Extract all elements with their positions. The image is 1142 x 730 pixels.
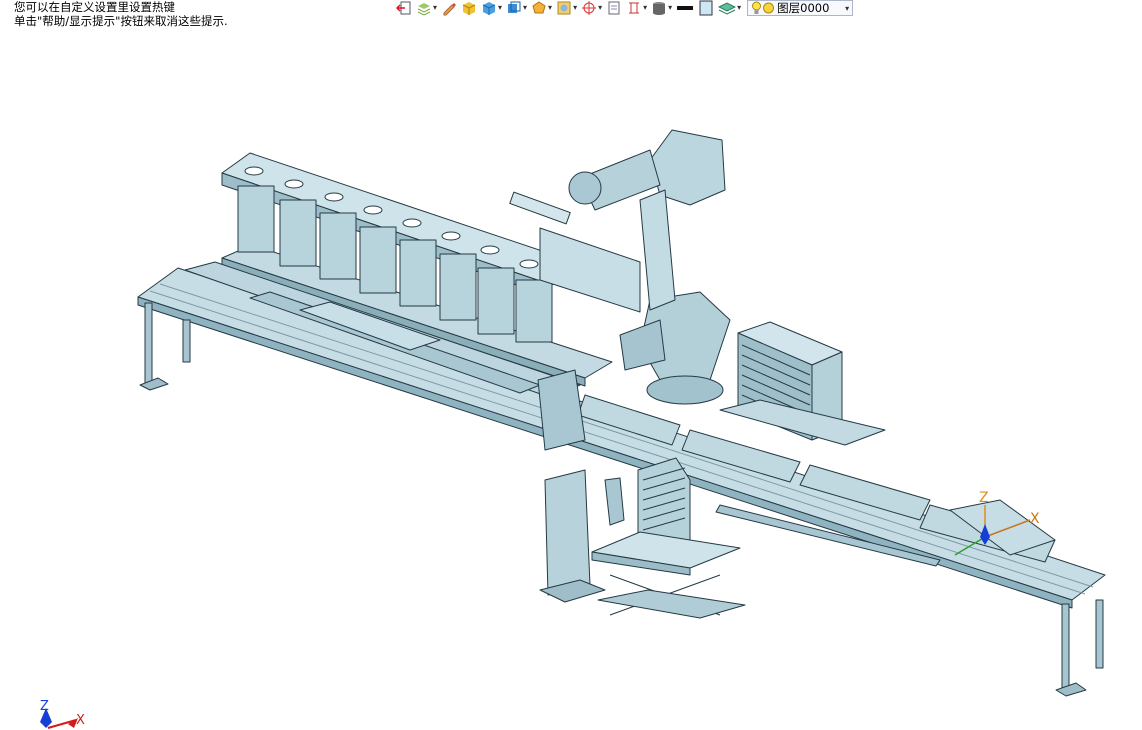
view-cube-icon — [508, 1, 521, 13]
snap-target-icon — [582, 1, 597, 15]
layers-icon — [417, 3, 431, 16]
layer-stack-icon — [718, 2, 737, 15]
layer-stack-button[interactable]: ▾ — [718, 0, 741, 16]
axis-z-label: Z — [40, 699, 49, 714]
solid-box-icon — [462, 2, 476, 15]
cylinder-icon — [653, 2, 666, 15]
layer-sun-icon — [763, 2, 775, 14]
lightbulb-icon — [752, 1, 762, 14]
snap-target-button[interactable]: ▾ — [581, 0, 602, 16]
frame-button[interactable]: ▾ — [626, 0, 647, 16]
model-viewport[interactable]: Z X — [0, 20, 1142, 730]
layers-button[interactable]: ▾ — [416, 0, 437, 16]
exit-sketch-button[interactable] — [396, 0, 412, 16]
view-orientation-triad: Z X — [40, 699, 85, 729]
line-color-button[interactable] — [676, 0, 694, 16]
layers-dropdown-icon: ▾ — [433, 3, 438, 12]
model-axis-x-label: X — [1030, 511, 1040, 527]
fill-color-button[interactable] — [698, 0, 714, 16]
line-color-icon — [677, 6, 694, 10]
cylinder-button[interactable]: ▾ — [651, 0, 672, 16]
layer-select[interactable]: 图层0000 ▾ — [747, 0, 854, 16]
layer-stack-dropdown-icon: ▾ — [737, 3, 742, 12]
render-mode-button[interactable]: ▾ — [531, 0, 552, 16]
material-icon — [557, 1, 571, 15]
solid-box-button[interactable] — [461, 0, 477, 16]
material-button[interactable]: ▾ — [556, 0, 577, 16]
cylinder-dropdown-icon: ▾ — [668, 3, 673, 12]
render-mode-dropdown-icon: ▾ — [548, 3, 553, 12]
axis-x-label: X — [76, 713, 85, 728]
long-conveyor — [137, 267, 1106, 697]
model-axis-z-label: Z — [979, 490, 989, 506]
fill-color-icon — [699, 0, 713, 16]
snap-dropdown-icon: ▾ — [598, 3, 603, 12]
chevron-down-icon: ▾ — [845, 3, 850, 13]
sheet-button[interactable] — [606, 0, 622, 16]
pencil-icon — [443, 3, 457, 16]
cube-icon — [482, 2, 496, 15]
pencil-button[interactable] — [441, 0, 457, 16]
material-dropdown-icon: ▾ — [573, 3, 578, 12]
cube-button[interactable]: ▾ — [481, 0, 502, 16]
shelf-rack-right — [719, 321, 886, 446]
view-cube-button[interactable]: ▾ — [506, 0, 527, 16]
sheet-icon — [608, 1, 620, 15]
render-mode-icon — [532, 1, 546, 14]
view-cube-dropdown-icon: ▾ — [523, 3, 528, 12]
frame-icon — [629, 2, 640, 14]
cube-dropdown-icon: ▾ — [498, 3, 503, 12]
exit-sketch-icon — [396, 1, 411, 15]
cad-assembly — [137, 129, 1106, 697]
hint-line-1: 您可以在自定义设置里设置热键 — [14, 0, 175, 14]
layer-select-value: 图层0000 — [777, 1, 830, 15]
frame-dropdown-icon: ▾ — [643, 3, 648, 12]
toolbar: ▾ ▾ ▾ ▾ ▾ ▾ ▾ ▾ ▾ 图层0000 ▾ — [396, 0, 854, 16]
